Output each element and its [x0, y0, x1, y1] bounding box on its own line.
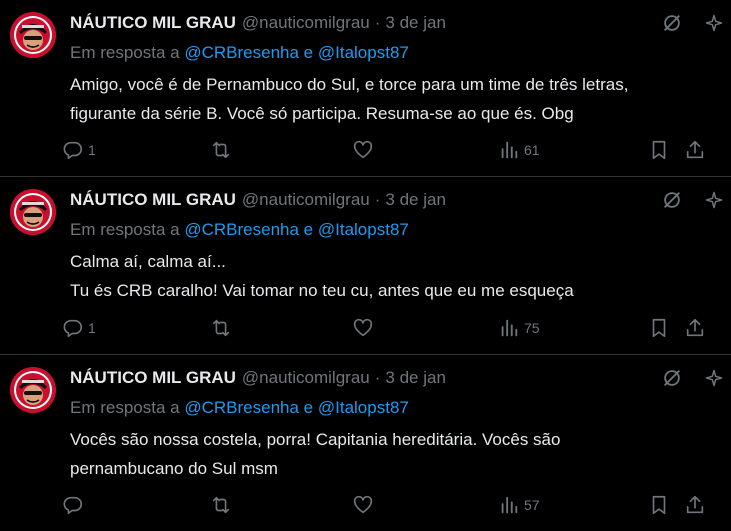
views-button[interactable]: 75 [498, 316, 540, 340]
reply-joiner[interactable]: e [304, 398, 313, 417]
tweet-header: NÁUTICO MIL GRAU @nauticomilgrau · 3 de … [70, 367, 715, 389]
reply-count: 1 [88, 320, 96, 336]
share-button[interactable] [684, 138, 706, 162]
tweet-date[interactable]: 3 de jan [385, 12, 446, 34]
reply-mention-link[interactable]: @CRBresenha [184, 398, 299, 417]
display-name[interactable]: NÁUTICO MIL GRAU [70, 367, 236, 389]
user-handle[interactable]: @nauticomilgrau [242, 367, 370, 389]
avatar-logo [10, 189, 56, 235]
bookmark-icon [652, 495, 666, 515]
reply-mention-link[interactable]: @CRBresenha [184, 43, 299, 62]
user-handle[interactable]: @nauticomilgrau [242, 12, 370, 34]
retweet-button[interactable] [210, 316, 236, 340]
bookmark-button[interactable] [648, 138, 670, 162]
views-button[interactable]: 57 [498, 493, 540, 517]
reply-context: Em resposta a @CRBresenha e @Italopst87 [70, 397, 715, 419]
views-icon [501, 496, 518, 514]
grok-icon[interactable] [661, 367, 683, 389]
reply-mention-link[interactable]: @Italopst87 [318, 398, 409, 417]
tweet[interactable]: NÁUTICO MIL GRAU @nauticomilgrau · 3 de … [0, 355, 731, 531]
retweet-icon [212, 319, 230, 337]
bookmark-button[interactable] [648, 316, 670, 340]
reply-prefix: Em resposta a [70, 398, 180, 417]
tweet-date[interactable]: 3 de jan [385, 189, 446, 211]
reply-prefix: Em resposta a [70, 220, 180, 239]
reply-button[interactable]: 1 [62, 316, 96, 340]
share-icon [686, 318, 704, 337]
tweet-date[interactable]: 3 de jan [385, 367, 446, 389]
retweet-icon [212, 141, 230, 159]
tweet[interactable]: NÁUTICO MIL GRAU @nauticomilgrau · 3 de … [0, 0, 731, 177]
views-button[interactable]: 61 [498, 138, 540, 162]
share-icon [686, 495, 704, 514]
tweet-text-line: Calma aí, calma aí... [70, 252, 226, 271]
tweet-text-line: Vocês são nossa costela, porra! Capitani… [70, 430, 561, 449]
tweet-text-line: pernambucano do Sul msm [70, 459, 278, 478]
share-icon [686, 140, 704, 159]
more-icon[interactable] [703, 367, 725, 389]
heart-icon [353, 495, 373, 514]
tweet-text: Calma aí, calma aí... Tu és CRB caralho!… [70, 247, 715, 305]
bookmark-button[interactable] [648, 493, 670, 517]
reply-button[interactable]: 1 [62, 138, 96, 162]
more-icon[interactable] [703, 189, 725, 211]
reply-mention-link[interactable]: @Italopst87 [318, 43, 409, 62]
tweet-text-line: Tu és CRB caralho! Vai tomar no teu cu, … [70, 281, 574, 300]
retweet-button[interactable] [210, 138, 236, 162]
view-count: 75 [524, 320, 540, 336]
reply-context: Em resposta a @CRBresenha e @Italopst87 [70, 219, 715, 241]
avatar-logo [10, 367, 56, 413]
tweet-actions: 1 61 [62, 138, 719, 162]
grok-icon[interactable] [661, 12, 683, 34]
tweet-actions: 57 [62, 493, 719, 517]
display-name[interactable]: NÁUTICO MIL GRAU [70, 12, 236, 34]
views-icon [501, 319, 518, 337]
share-button[interactable] [684, 316, 706, 340]
share-button[interactable] [684, 493, 706, 517]
reply-icon [63, 496, 83, 515]
tweet-text-line: Amigo, você é de Pernambuco do Sul, e to… [70, 75, 629, 94]
reply-joiner[interactable]: e [304, 220, 313, 239]
user-handle[interactable]: @nauticomilgrau [242, 189, 370, 211]
avatar[interactable] [10, 12, 56, 58]
like-button[interactable] [352, 316, 378, 340]
reply-mention-link[interactable]: @CRBresenha [184, 220, 299, 239]
tweet[interactable]: NÁUTICO MIL GRAU @nauticomilgrau · 3 de … [0, 177, 731, 355]
views-icon [501, 141, 518, 159]
grok-icon[interactable] [661, 189, 683, 211]
tweet-text: Vocês são nossa costela, porra! Capitani… [70, 425, 715, 483]
bookmark-icon [652, 140, 666, 160]
separator-dot: · [374, 368, 381, 387]
heart-icon [353, 140, 373, 159]
reply-icon [63, 319, 83, 338]
avatar-logo [10, 12, 56, 58]
reply-context: Em resposta a @CRBresenha e @Italopst87 [70, 42, 715, 64]
tweet-actions: 1 75 [62, 316, 719, 340]
tweet-header: NÁUTICO MIL GRAU @nauticomilgrau · 3 de … [70, 12, 715, 34]
view-count: 57 [524, 497, 540, 513]
bookmark-icon [652, 318, 666, 338]
reply-prefix: Em resposta a [70, 43, 180, 62]
tweet-text-line: figurante da série B. Você só participa.… [70, 104, 574, 123]
tweet-header: NÁUTICO MIL GRAU @nauticomilgrau · 3 de … [70, 189, 715, 211]
tweet-feed: NÁUTICO MIL GRAU @nauticomilgrau · 3 de … [0, 0, 731, 531]
like-button[interactable] [352, 138, 378, 162]
reply-count: 1 [88, 142, 96, 158]
separator-dot: · [374, 190, 381, 209]
like-button[interactable] [352, 493, 378, 517]
more-icon[interactable] [703, 12, 725, 34]
retweet-icon [212, 496, 230, 514]
reply-mention-link[interactable]: @Italopst87 [318, 220, 409, 239]
view-count: 61 [524, 142, 540, 158]
display-name[interactable]: NÁUTICO MIL GRAU [70, 189, 236, 211]
avatar[interactable] [10, 189, 56, 235]
tweet-text: Amigo, você é de Pernambuco do Sul, e to… [70, 70, 715, 128]
reply-button[interactable] [62, 493, 88, 517]
separator-dot: · [374, 13, 381, 32]
reply-icon [63, 141, 83, 160]
avatar[interactable] [10, 367, 56, 413]
heart-icon [353, 318, 373, 337]
retweet-button[interactable] [210, 493, 236, 517]
reply-joiner[interactable]: e [304, 43, 313, 62]
